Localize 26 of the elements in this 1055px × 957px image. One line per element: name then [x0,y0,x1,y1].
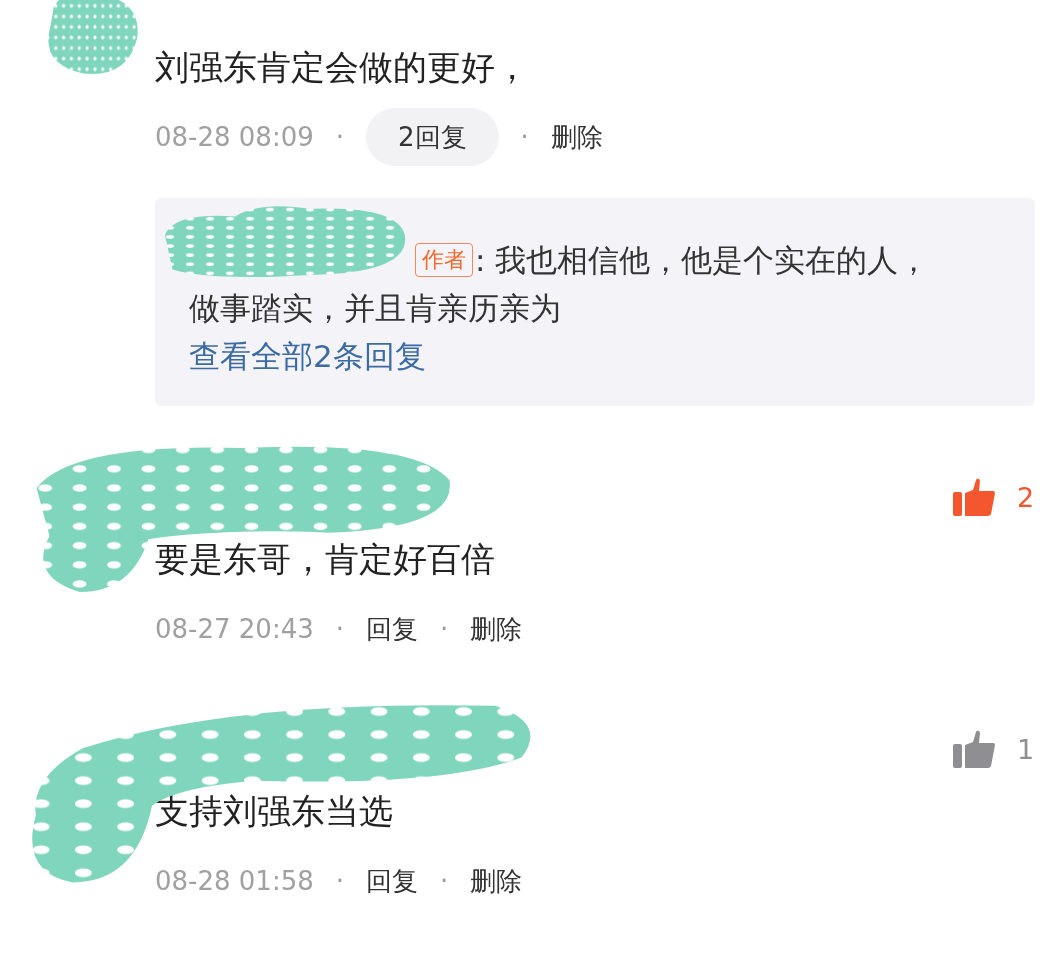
reply-text: 做事踏实，并且肯亲历亲为 [189,289,561,328]
reply-button[interactable]: 回复 [366,609,418,649]
separator-dot: · [520,120,529,154]
reply-button[interactable]: 回复 [366,861,418,901]
comment-text: 支持刘强东当选 [155,790,394,833]
comment-time: 08-28 01:58 [155,864,314,898]
delete-button[interactable]: 删除 [550,117,603,157]
separator-dot: · [335,864,344,898]
comment-time: 08-28 08:09 [155,120,314,154]
comment-text: 要是东哥，肯定好百倍 [155,538,496,581]
reply-text: : 我也相信他，他是个实在的人， [475,241,930,280]
reply-button[interactable]: 2回复 [366,108,499,166]
separator-dot: · [335,612,344,646]
thumbs-up-icon[interactable] [953,730,995,770]
author-badge: 作者 [415,243,473,277]
separator-dot: · [335,120,344,154]
like-count: 2 [1017,480,1035,515]
like-count: 1 [1017,732,1035,767]
thumbs-up-icon[interactable] [953,478,995,518]
delete-button[interactable]: 删除 [470,609,523,649]
view-all-replies-link[interactable]: 查看全部2条回复 [189,332,426,380]
separator-dot: · [440,864,449,898]
delete-button[interactable]: 删除 [470,861,523,901]
separator-dot: · [440,612,449,646]
comment-text: 刘强东肯定会做的更好， [155,46,530,89]
comment-time: 08-27 20:43 [155,612,314,646]
